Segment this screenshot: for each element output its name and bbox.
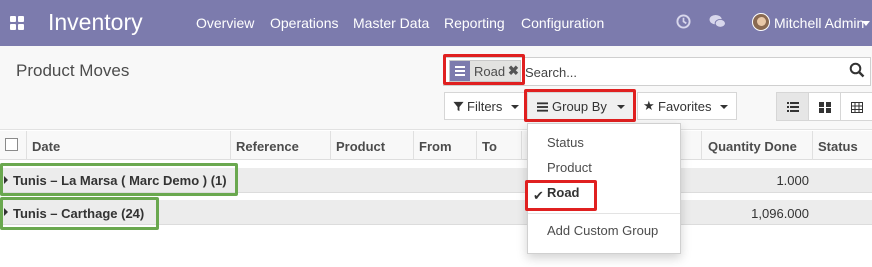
column-product[interactable]: Product [336,139,385,154]
column-divider [521,131,522,160]
column-divider [476,131,477,160]
search-input[interactable] [525,62,825,82]
column-date[interactable]: Date [32,139,60,154]
group-quantity: 1,096.000 [751,206,809,221]
column-divider [230,131,231,160]
menu-overview[interactable]: Overview [196,15,254,31]
highlight-road-facet [443,54,525,85]
group-option-status[interactable]: Status [547,135,584,150]
list-view-icon [787,102,799,112]
column-from[interactable]: From [419,139,452,154]
column-divider [26,131,27,160]
user-name[interactable]: Mitchell Admin [774,15,864,31]
avatar[interactable] [752,13,770,31]
menu-operations[interactable]: Operations [270,15,338,31]
dropdown-divider [528,213,680,214]
column-divider [701,131,702,160]
column-divider [330,131,331,160]
column-to[interactable]: To [482,139,497,154]
kanban-view-icon [819,102,831,113]
highlight-group-carthage [0,197,159,230]
group-quantity: 1.000 [776,173,809,188]
filters-caret-icon [511,105,519,109]
menu-master-data[interactable]: Master Data [353,15,429,31]
column-status[interactable]: Status [818,139,858,154]
menu-configuration[interactable]: Configuration [521,15,604,31]
pivot-view-button[interactable] [840,92,872,121]
highlight-group-by [524,89,636,122]
filters-label: Filters [467,99,503,114]
highlight-group-la-marsa [0,163,238,196]
apps-grid-icon[interactable] [10,16,24,30]
column-divider [812,131,813,160]
top-navbar: Inventory Overview Operations Master Dat… [0,0,872,46]
column-divider [413,131,414,160]
breadcrumb: Product Moves [16,61,130,80]
favorites-button[interactable]: ★ Favorites [637,92,737,120]
column-quantity-done[interactable]: Quantity Done [708,139,797,154]
menu-reporting[interactable]: Reporting [444,15,505,31]
star-icon: ★ [643,98,655,113]
favorites-caret-icon [720,105,728,109]
highlight-road-option [525,180,597,211]
favorites-label: Favorites [658,99,712,114]
user-menu-caret-icon[interactable] [862,21,870,26]
list-view-button[interactable] [776,92,809,121]
column-reference[interactable]: Reference [236,139,299,154]
group-option-product[interactable]: Product [547,160,592,175]
add-custom-group[interactable]: Add Custom Group [547,223,658,238]
pivot-view-icon [851,102,863,113]
search-icon[interactable] [849,62,865,78]
app-title[interactable]: Inventory [48,9,143,36]
clock-icon[interactable] [676,14,691,29]
select-all-checkbox[interactable] [5,138,18,151]
filter-icon [453,101,464,112]
chat-icon[interactable] [709,14,726,29]
kanban-view-button[interactable] [808,92,841,121]
filters-button[interactable]: Filters [444,92,527,120]
